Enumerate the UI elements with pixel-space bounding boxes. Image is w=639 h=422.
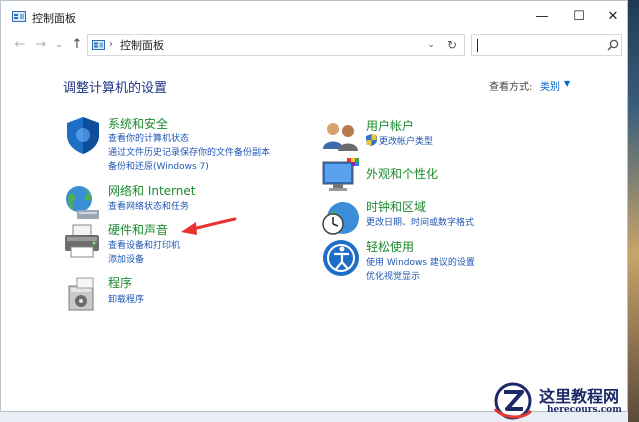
network-globe-icon[interactable] xyxy=(63,182,103,222)
search-icon[interactable] xyxy=(606,38,620,52)
search-input[interactable] xyxy=(471,34,622,56)
clock-globe-icon[interactable] xyxy=(321,198,361,238)
shield-icon[interactable] xyxy=(63,115,103,155)
text-cursor xyxy=(477,39,478,52)
window-title: 控制面板 xyxy=(32,12,76,25)
accessibility-icon[interactable] xyxy=(321,238,361,278)
category-title[interactable]: 时钟和区域 xyxy=(366,198,426,215)
category-title[interactable]: 程序 xyxy=(108,274,132,291)
minimize-button[interactable]: — xyxy=(525,3,559,31)
monitor-icon[interactable] xyxy=(321,156,361,196)
up-button[interactable]: ↑ xyxy=(69,32,85,58)
site-logo-icon xyxy=(493,382,533,420)
address-bar[interactable]: › 控制面板 ⌄ ↻ xyxy=(87,34,465,56)
view-by-caret-icon[interactable]: ▼ xyxy=(564,79,570,88)
title-bar[interactable]: 控制面板 — ☐ ✕ xyxy=(1,1,627,32)
breadcrumb-control-panel[interactable]: 控制面板 xyxy=(120,38,164,54)
page-title: 调整计算机的设置 xyxy=(63,81,168,96)
uac-shield-icon xyxy=(366,134,377,146)
link-optimize-visual-display[interactable]: 优化视觉显示 xyxy=(366,269,420,282)
control-panel-icon xyxy=(92,40,105,50)
category-title[interactable]: 硬件和声音 xyxy=(108,221,168,238)
navigation-bar: ← → ⌄ ↑ › 控制面板 ⌄ ↻ xyxy=(1,32,627,58)
printer-icon[interactable] xyxy=(63,221,103,261)
link-uninstall-program[interactable]: 卸载程序 xyxy=(108,292,144,305)
watermark-site-url: herecours.com xyxy=(547,405,622,415)
view-by-dropdown[interactable]: 类别 xyxy=(540,78,560,93)
annotation-arrow-icon xyxy=(181,217,237,235)
control-panel-icon xyxy=(12,11,26,22)
maximize-button[interactable]: ☐ xyxy=(562,3,596,31)
category-title[interactable]: 网络和 Internet xyxy=(108,182,195,199)
link-file-history[interactable]: 通过文件历史记录保存你的文件备份副本 xyxy=(108,145,270,158)
link-view-computer-status[interactable]: 查看你的计算机状态 xyxy=(108,131,189,144)
back-button[interactable]: ← xyxy=(12,32,28,58)
desktop-background xyxy=(628,0,639,422)
forward-button[interactable]: → xyxy=(33,32,49,58)
breadcrumb-separator[interactable]: › xyxy=(109,37,113,53)
category-title[interactable]: 用户帐户 xyxy=(366,117,414,134)
watermark-site-name: 这里教程网 xyxy=(539,387,620,406)
refresh-button[interactable]: ↻ xyxy=(444,35,460,55)
watermark: 这里教程网 herecours.com xyxy=(491,381,639,422)
category-title[interactable]: 轻松使用 xyxy=(366,238,414,255)
view-by-label: 查看方式: xyxy=(489,82,533,93)
link-windows-recommended-settings[interactable]: 使用 Windows 建议的设置 xyxy=(366,255,475,268)
address-dropdown-button[interactable]: ⌄ xyxy=(424,35,438,55)
link-change-date-time[interactable]: 更改日期、时间或数字格式 xyxy=(366,215,474,228)
users-icon[interactable] xyxy=(321,117,361,157)
category-title[interactable]: 外观和个性化 xyxy=(366,165,438,182)
link-add-device[interactable]: 添加设备 xyxy=(108,252,144,265)
recent-locations-button[interactable]: ⌄ xyxy=(53,32,65,58)
category-title[interactable]: 系统和安全 xyxy=(108,115,168,132)
link-network-status[interactable]: 查看网络状态和任务 xyxy=(108,199,189,212)
link-change-account-type[interactable]: 更改帐户类型 xyxy=(379,134,433,147)
close-button[interactable]: ✕ xyxy=(596,3,630,31)
control-panel-window: 控制面板 — ☐ ✕ ← → ⌄ ↑ › 控制面板 ⌄ ↻ 调整计算机的设置 查… xyxy=(0,0,628,412)
link-backup-restore[interactable]: 备份和还原(Windows 7) xyxy=(108,159,209,172)
link-devices-printers[interactable]: 查看设备和打印机 xyxy=(108,238,180,251)
programs-icon[interactable] xyxy=(63,274,103,314)
